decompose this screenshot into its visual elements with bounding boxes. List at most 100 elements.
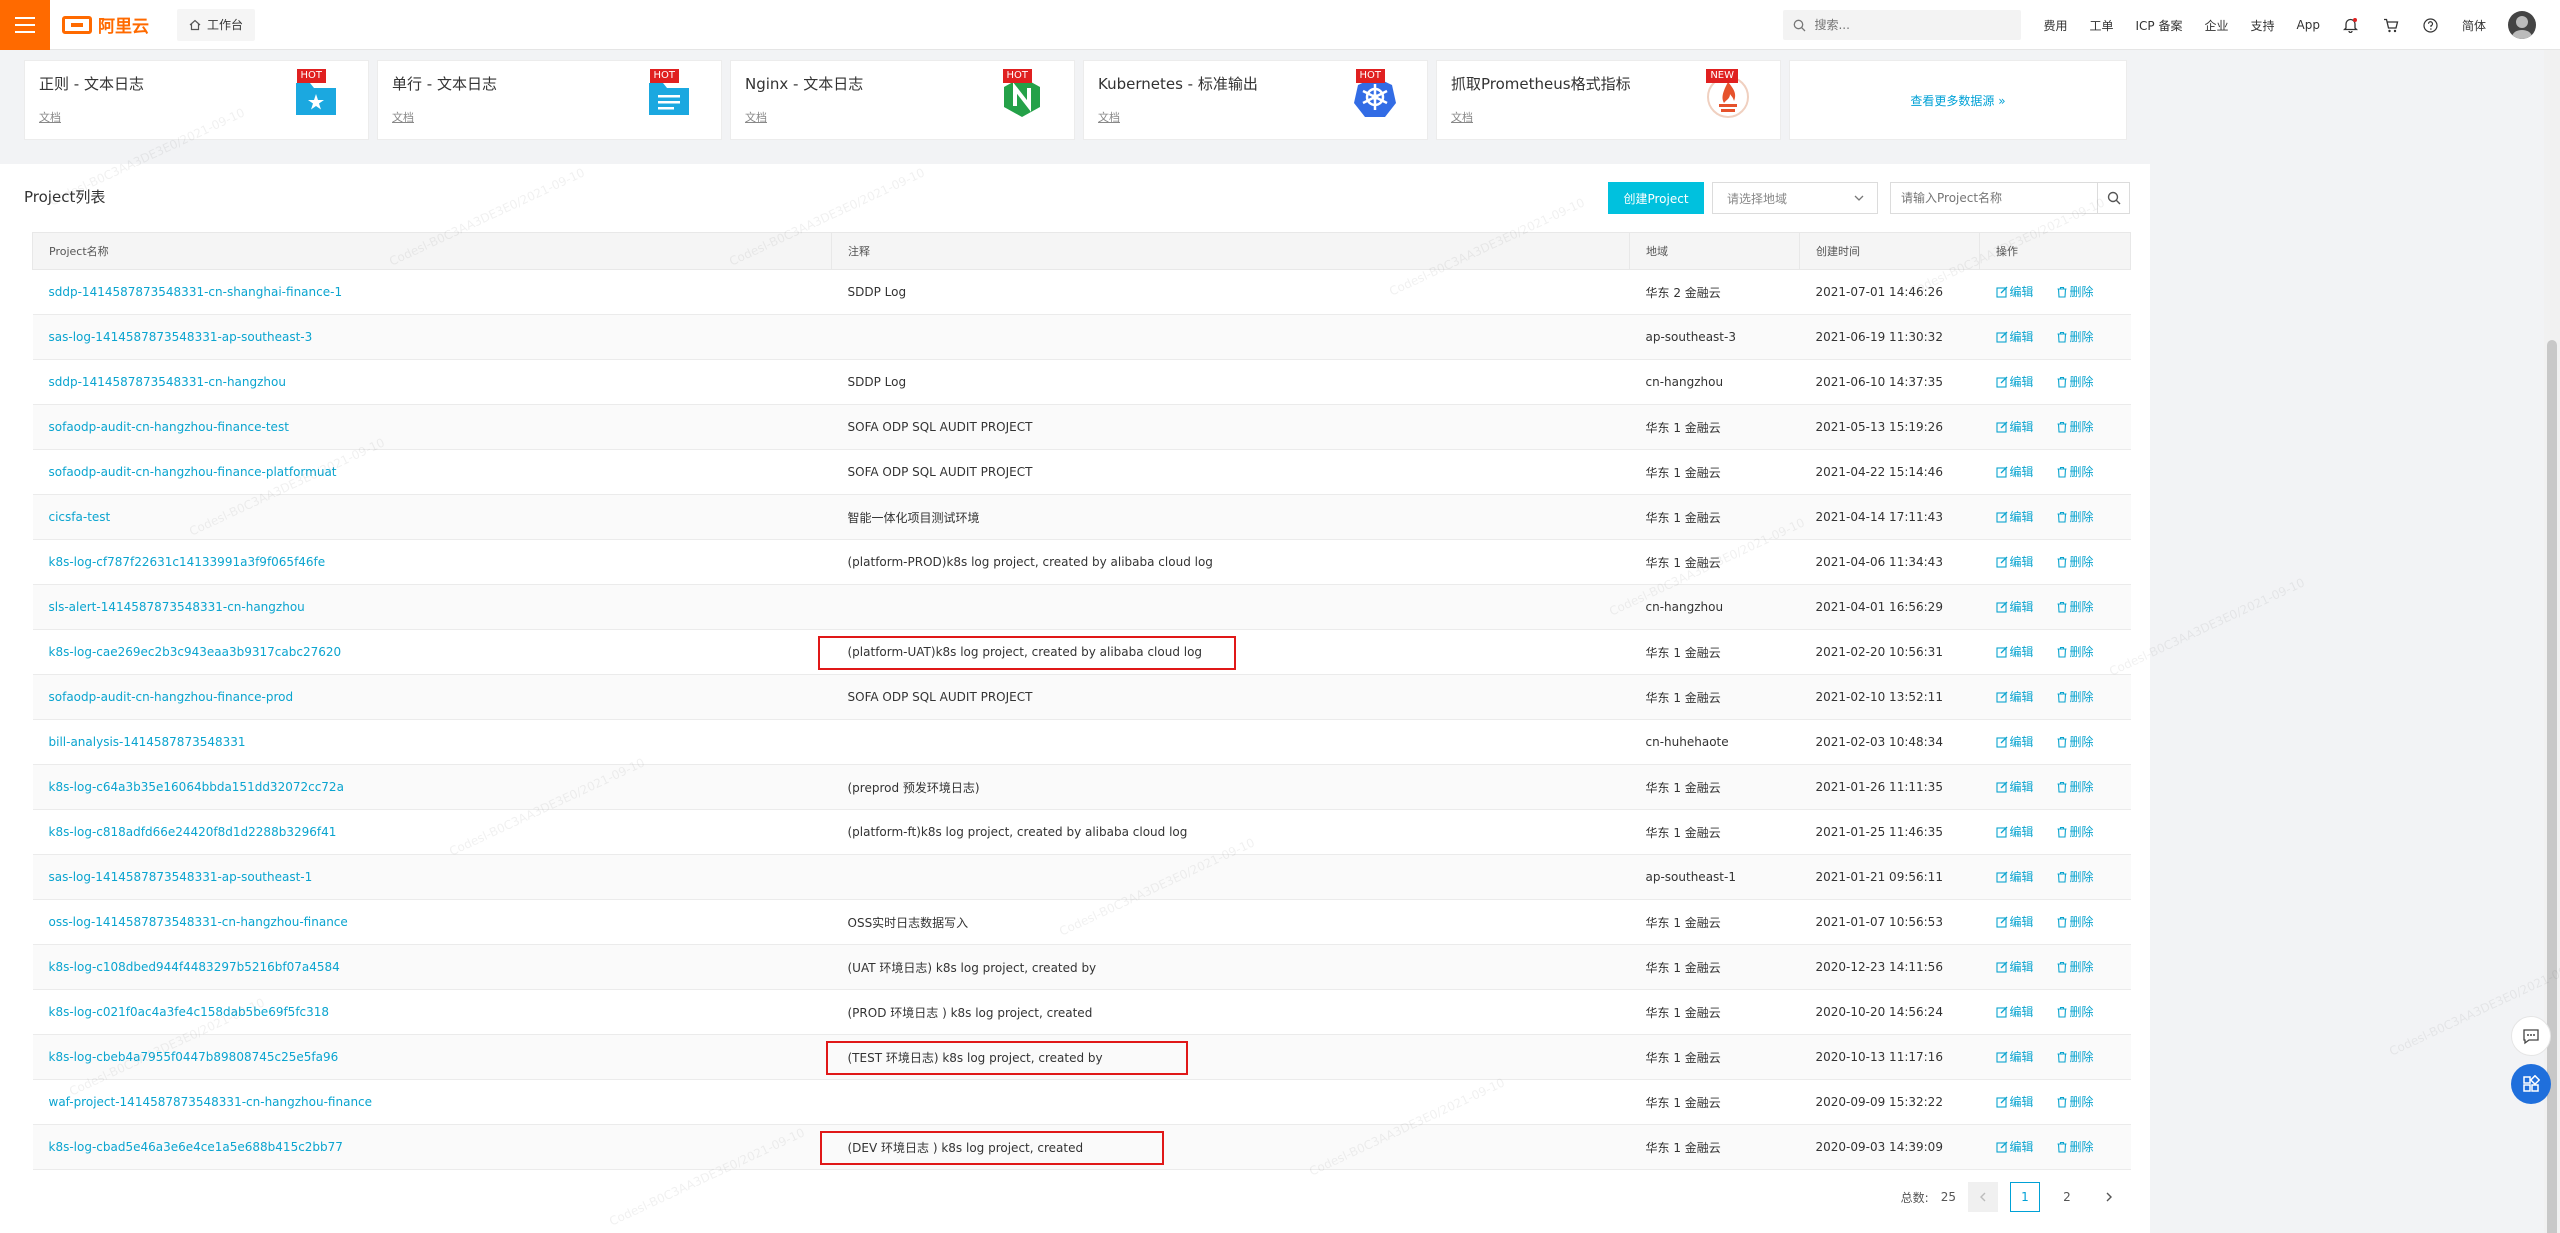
- delete-button[interactable]: 删除: [2056, 283, 2094, 300]
- edit-button[interactable]: 编辑: [1995, 1093, 2034, 1110]
- edit-button[interactable]: 编辑: [1995, 778, 2034, 795]
- edit-button[interactable]: 编辑: [1995, 958, 2034, 975]
- delete-button[interactable]: 删除: [2056, 1003, 2094, 1020]
- edit-button[interactable]: 编辑: [1995, 328, 2034, 345]
- delete-button[interactable]: 删除: [2056, 463, 2094, 480]
- global-search-input[interactable]: [1814, 18, 2005, 32]
- region-select[interactable]: 请选择地域: [1712, 182, 1878, 214]
- prev-page-button[interactable]: [1968, 1182, 1998, 1212]
- project-name-link[interactable]: k8s-log-c818adfd66e24420f8d1d2288b3296f4…: [49, 825, 337, 839]
- delete-button[interactable]: 删除: [2056, 778, 2094, 795]
- edit-button[interactable]: 编辑: [1995, 868, 2034, 885]
- delete-button[interactable]: 删除: [2056, 1048, 2094, 1065]
- edit-button[interactable]: 编辑: [1995, 1003, 2034, 1020]
- delete-button[interactable]: 删除: [2056, 1093, 2094, 1110]
- project-name-link[interactable]: oss-log-1414587873548331-cn-hangzhou-fin…: [49, 915, 348, 929]
- datasource-card-kubernetes[interactable]: Kubernetes - 标准输出 文档 HOT: [1083, 60, 1428, 140]
- edit-button[interactable]: 编辑: [1995, 1048, 2034, 1065]
- cart-icon[interactable]: [2382, 16, 2400, 34]
- project-name-link[interactable]: k8s-log-c021f0ac4a3fe4c158dab5be69f5fc31…: [49, 1005, 330, 1019]
- page-scrollbar[interactable]: [2544, 50, 2560, 1233]
- delete-button[interactable]: 删除: [2056, 328, 2094, 345]
- delete-button[interactable]: 删除: [2056, 958, 2094, 975]
- project-name-link[interactable]: sofaodp-audit-cn-hangzhou-finance-prod: [49, 690, 294, 704]
- edit-icon: [1995, 646, 2007, 658]
- datasource-card-nginx[interactable]: Nginx - 文本日志 文档 HOT: [730, 60, 1075, 140]
- bell-icon[interactable]: [2342, 16, 2360, 34]
- global-search[interactable]: [1783, 10, 2022, 40]
- edit-button[interactable]: 编辑: [1995, 463, 2034, 480]
- edit-button[interactable]: 编辑: [1995, 373, 2034, 390]
- project-name-link[interactable]: sls-alert-1414587873548331-cn-hangzhou: [49, 600, 305, 614]
- edit-button[interactable]: 编辑: [1995, 418, 2034, 435]
- edit-button[interactable]: 编辑: [1995, 823, 2034, 840]
- project-name-link[interactable]: sddp-1414587873548331-cn-shanghai-financ…: [49, 285, 343, 299]
- project-name-link[interactable]: k8s-log-c108dbed944f4483297b5216bf07a458…: [49, 960, 340, 974]
- more-datasources-link[interactable]: 查看更多数据源 »: [1789, 60, 2127, 140]
- delete-button[interactable]: 删除: [2056, 823, 2094, 840]
- project-name-link[interactable]: sofaodp-audit-cn-hangzhou-finance-platfo…: [49, 465, 337, 479]
- edit-button[interactable]: 编辑: [1995, 553, 2034, 570]
- nav-link-billing[interactable]: 费用: [2043, 17, 2067, 34]
- project-name-link[interactable]: sofaodp-audit-cn-hangzhou-finance-test: [49, 420, 289, 434]
- nav-link-support[interactable]: 支持: [2251, 17, 2275, 34]
- nav-link-app[interactable]: App: [2297, 18, 2320, 32]
- delete-button[interactable]: 删除: [2056, 643, 2094, 660]
- project-name-link[interactable]: sddp-1414587873548331-cn-hangzhou: [49, 375, 287, 389]
- help-icon[interactable]: [2422, 16, 2440, 34]
- workspace-button[interactable]: 工作台: [177, 8, 256, 41]
- edit-button[interactable]: 编辑: [1995, 733, 2034, 750]
- language-switch[interactable]: 简体: [2462, 17, 2486, 34]
- edit-button[interactable]: 编辑: [1995, 643, 2034, 660]
- user-avatar[interactable]: [2508, 11, 2536, 39]
- datasource-doc-link[interactable]: 文档: [745, 109, 767, 125]
- project-search-input[interactable]: [1891, 191, 2097, 205]
- delete-button[interactable]: 删除: [2056, 688, 2094, 705]
- aliyun-logo[interactable]: 阿里云: [62, 0, 149, 50]
- project-name-link[interactable]: k8s-log-cbad5e46a3e6e4ce1a5e688b415c2bb7…: [49, 1140, 343, 1154]
- datasource-doc-link[interactable]: 文档: [39, 109, 61, 125]
- delete-button[interactable]: 删除: [2056, 868, 2094, 885]
- project-name-link[interactable]: bill-analysis-1414587873548331: [49, 735, 246, 749]
- delete-button[interactable]: 删除: [2056, 598, 2094, 615]
- delete-button[interactable]: 删除: [2056, 1138, 2094, 1155]
- edit-button[interactable]: 编辑: [1995, 508, 2034, 525]
- edit-button[interactable]: 编辑: [1995, 598, 2034, 615]
- project-name-link[interactable]: cicsfa-test: [49, 510, 111, 524]
- project-name-link[interactable]: sas-log-1414587873548331-ap-southeast-1: [49, 870, 313, 884]
- next-page-button[interactable]: [2094, 1182, 2124, 1212]
- project-name-link[interactable]: sas-log-1414587873548331-ap-southeast-3: [49, 330, 313, 344]
- project-name-link[interactable]: k8s-log-cae269ec2b3c943eaa3b9317cabc2762…: [49, 645, 342, 659]
- nav-link-enterprise[interactable]: 企业: [2205, 17, 2229, 34]
- page-button-2[interactable]: 2: [2052, 1182, 2082, 1212]
- edit-button[interactable]: 编辑: [1995, 913, 2034, 930]
- hamburger-menu-button[interactable]: [0, 0, 50, 50]
- delete-button[interactable]: 删除: [2056, 913, 2094, 930]
- datasource-doc-link[interactable]: 文档: [392, 109, 414, 125]
- edit-button[interactable]: 编辑: [1995, 1138, 2034, 1155]
- project-name-link[interactable]: k8s-log-cf787f22631c14133991a3f9f065f46f…: [49, 555, 326, 569]
- nav-link-ticket[interactable]: 工单: [2090, 17, 2114, 34]
- project-name-link[interactable]: k8s-log-c64a3b35e16064bbda151dd32072cc72…: [49, 780, 344, 794]
- project-name-link[interactable]: k8s-log-cbeb4a7955f0447b89808745c25e5fa9…: [49, 1050, 339, 1064]
- delete-button[interactable]: 删除: [2056, 733, 2094, 750]
- chat-float-button[interactable]: [2511, 1016, 2551, 1056]
- create-project-button[interactable]: 创建Project: [1608, 182, 1704, 214]
- delete-button[interactable]: 删除: [2056, 553, 2094, 570]
- delete-button[interactable]: 删除: [2056, 373, 2094, 390]
- delete-button[interactable]: 删除: [2056, 418, 2094, 435]
- project-search-button[interactable]: [2097, 183, 2129, 213]
- project-name-link[interactable]: waf-project-1414587873548331-cn-hangzhou…: [49, 1095, 373, 1109]
- datasource-card-regex[interactable]: 正则 - 文本日志 文档 HOT: [24, 60, 369, 140]
- page-button-1[interactable]: 1: [2010, 1182, 2040, 1212]
- datasource-card-prometheus[interactable]: 抓取Prometheus格式指标 文档 NEW: [1436, 60, 1781, 140]
- edit-button[interactable]: 编辑: [1995, 283, 2034, 300]
- datasource-doc-link[interactable]: 文档: [1098, 109, 1120, 125]
- datasource-doc-link[interactable]: 文档: [1451, 109, 1473, 125]
- delete-button[interactable]: 删除: [2056, 508, 2094, 525]
- scrollbar-thumb[interactable]: [2547, 340, 2557, 1233]
- apps-float-button[interactable]: [2511, 1064, 2551, 1104]
- datasource-card-singleline[interactable]: 单行 - 文本日志 文档 HOT: [377, 60, 722, 140]
- nav-link-icp[interactable]: ICP 备案: [2136, 17, 2183, 34]
- edit-button[interactable]: 编辑: [1995, 688, 2034, 705]
